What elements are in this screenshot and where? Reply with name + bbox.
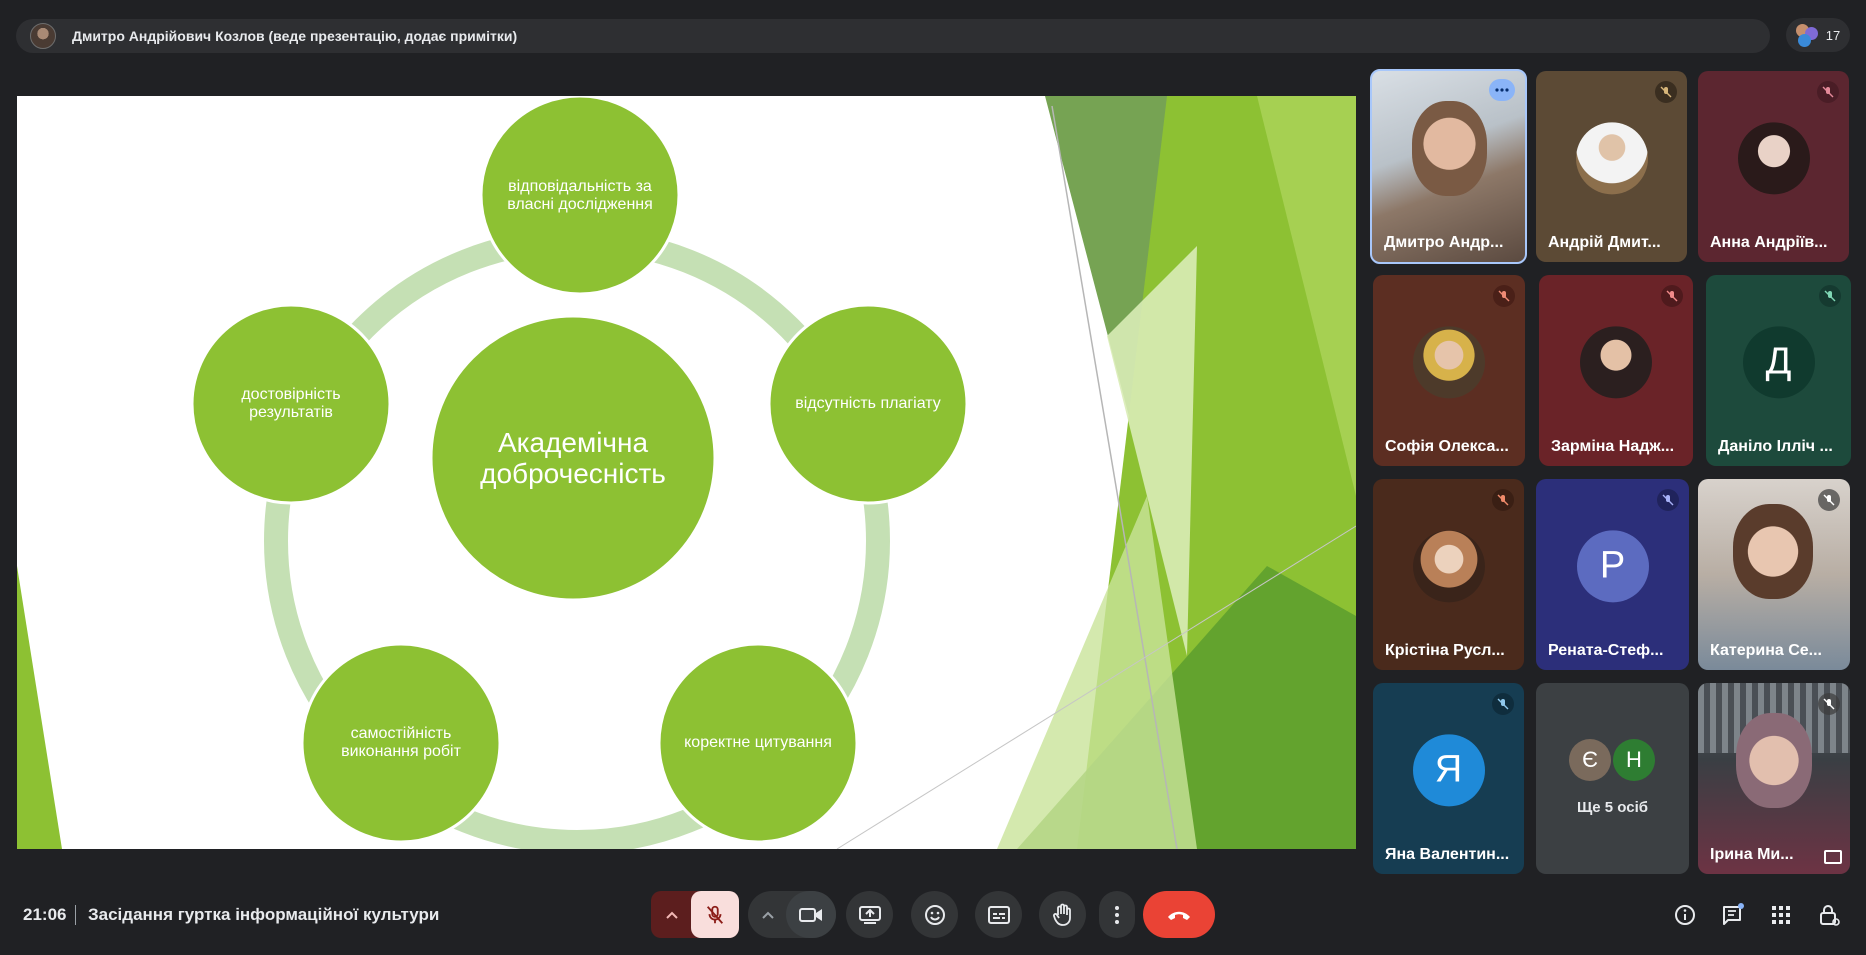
participant-name: Яна Валентин... — [1385, 846, 1510, 863]
participant-avatar: Я — [1412, 733, 1485, 806]
clock: 21:06 — [23, 905, 67, 924]
participant-tile[interactable]: Зарміна Надж... — [1539, 275, 1693, 466]
participant-name: Андрій Дмит... — [1548, 234, 1661, 251]
camera-toggle-button[interactable] — [786, 891, 836, 938]
participant-tile[interactable]: Катерина Се... — [1698, 479, 1850, 670]
meeting-details-button[interactable] — [1670, 900, 1700, 930]
apps-icon — [1772, 906, 1790, 924]
presentation-slide: Академічна доброчесність відповідальніст… — [17, 96, 1356, 849]
participant-tile[interactable]: Д Даніло Ілліч ... — [1706, 275, 1851, 466]
mic-off-icon — [1493, 285, 1515, 307]
emoji-reactions-button[interactable] — [911, 891, 958, 938]
more-participants-label: Ще 5 осіб — [1576, 799, 1649, 816]
mic-off-icon — [1818, 693, 1840, 715]
raise-hand-button[interactable] — [1039, 891, 1086, 938]
mic-toggle-button[interactable] — [691, 891, 739, 938]
participant-avatar: Н — [1613, 739, 1655, 781]
mic-off-icon — [1819, 285, 1841, 307]
participant-tile[interactable]: Ірина Ми... — [1698, 683, 1850, 874]
chat-icon — [1723, 903, 1744, 925]
participant-video — [1736, 713, 1812, 808]
participant-name: Ірина Ми... — [1710, 846, 1794, 863]
presenter-avatar — [30, 23, 56, 49]
emoji-icon — [924, 904, 945, 925]
participant-avatar — [1412, 529, 1485, 602]
mic-off-icon — [1817, 81, 1839, 103]
presenter-text: Дмитро Андрійович Козлов (веде презентац… — [72, 28, 518, 44]
participant-avatar: Р — [1576, 529, 1649, 602]
participant-avatar — [1575, 121, 1648, 194]
chevron-up-icon — [666, 911, 678, 919]
mic-off-icon — [1818, 489, 1840, 511]
participant-avatar: Д — [1742, 325, 1815, 398]
participant-tile[interactable]: Андрій Дмит... — [1536, 71, 1687, 262]
mic-off-icon — [1655, 81, 1677, 103]
meet-window: Дмитро Андрійович Козлов (веде презентац… — [0, 0, 1866, 955]
participant-avatar: Є — [1569, 739, 1611, 781]
circle-label-reliability: достовірність результатів — [241, 386, 341, 421]
footer-divider — [75, 905, 76, 925]
participant-name: Крістіна Русл... — [1385, 642, 1505, 659]
participant-video — [1733, 504, 1813, 599]
circle-label-independence: самостійність виконання робіт — [341, 725, 461, 760]
present-button[interactable] — [846, 891, 893, 938]
participant-name: Рената-Стеф... — [1548, 642, 1664, 659]
decor-shape — [17, 566, 62, 849]
mic-off-icon — [1657, 489, 1679, 511]
more-options-icon — [1115, 905, 1119, 924]
chat-button[interactable] — [1718, 900, 1748, 930]
present-icon — [858, 905, 881, 924]
participant-name: Катерина Се... — [1710, 642, 1822, 659]
participant-tile[interactable]: Я Яна Валентин... — [1373, 683, 1524, 874]
participant-tile[interactable]: Дмитро Андр... — [1370, 69, 1527, 264]
more-participants-tile[interactable]: Є Н Ще 5 осіб — [1536, 683, 1689, 874]
end-call-button[interactable] — [1143, 891, 1215, 938]
circle-label-no-plagiarism: відсутність плагіату — [795, 395, 941, 412]
info-icon — [1675, 905, 1695, 925]
participant-tile[interactable]: Р Рената-Стеф... — [1536, 479, 1689, 670]
participant-avatar — [1413, 325, 1485, 398]
mic-control-group — [651, 891, 739, 938]
meeting-title: Засідання гуртка інформаційної культури — [88, 905, 440, 924]
participant-avatar — [1737, 121, 1810, 194]
participant-name: Зарміна Надж... — [1551, 438, 1675, 455]
participant-video — [1412, 101, 1487, 196]
captions-button[interactable] — [975, 891, 1022, 938]
participant-name: Дмитро Андр... — [1384, 234, 1504, 251]
center-label: Академічна доброчесність — [480, 427, 666, 489]
mic-off-icon — [1492, 693, 1514, 715]
circle-label-responsibility: відповідальність за власні дослідження — [507, 178, 653, 213]
end-call-icon — [1168, 911, 1190, 920]
more-options-button[interactable] — [1099, 891, 1135, 938]
participant-count: 17 — [1825, 27, 1841, 43]
activities-button[interactable] — [1766, 900, 1796, 930]
participant-tile[interactable]: Анна Андріїв... — [1698, 71, 1849, 262]
participants-avatars-icon — [1795, 24, 1818, 47]
circle-label-citation: коректне цитування — [684, 734, 832, 751]
presenter-banner[interactable]: Дмитро Андрійович Козлов (веде презентац… — [16, 19, 1770, 53]
raise-hand-icon — [1052, 903, 1071, 926]
picture-in-picture-icon[interactable] — [1824, 850, 1842, 864]
chevron-up-icon — [762, 911, 774, 919]
mic-off-icon — [706, 905, 724, 924]
captions-icon — [987, 905, 1010, 924]
host-controls-button[interactable] — [1814, 900, 1844, 930]
more-options-icon[interactable] — [1489, 79, 1515, 101]
video-settings-button[interactable] — [748, 891, 788, 938]
mic-off-icon — [1661, 285, 1683, 307]
host-controls-icon — [1820, 905, 1840, 926]
participant-name: Софія Олекса... — [1385, 438, 1509, 455]
audio-settings-button[interactable] — [651, 891, 693, 938]
camera-control-group — [748, 891, 836, 938]
participant-avatar — [1580, 325, 1652, 398]
participants-count-button[interactable]: 17 — [1786, 18, 1850, 52]
participant-name: Даніло Ілліч ... — [1718, 438, 1833, 455]
mic-off-icon — [1492, 489, 1514, 511]
participant-tile[interactable]: Софія Олекса... — [1373, 275, 1525, 466]
participant-tile[interactable]: Крістіна Русл... — [1373, 479, 1524, 670]
participant-name: Анна Андріїв... — [1710, 234, 1828, 251]
camera-icon — [799, 907, 822, 922]
